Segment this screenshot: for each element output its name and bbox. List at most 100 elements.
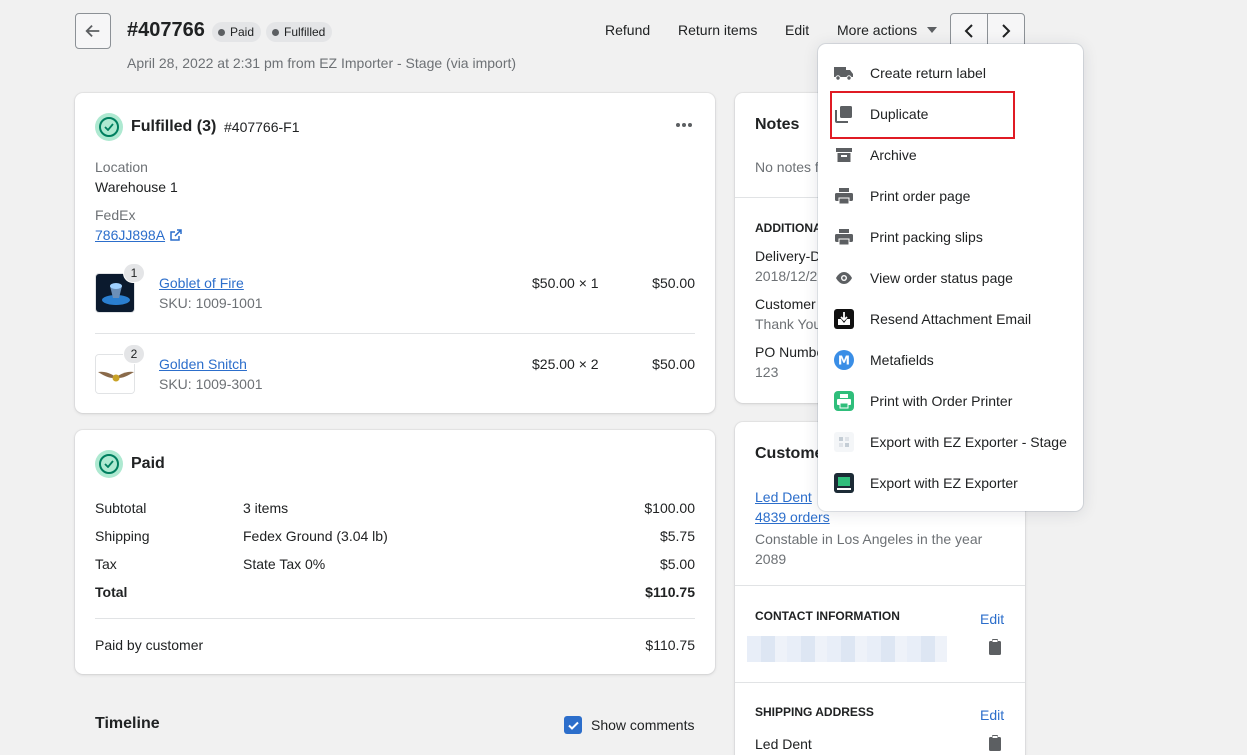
menu-item-create-return-label[interactable]: Create return label <box>818 52 1083 93</box>
edit-contact-button[interactable]: Edit <box>980 611 1004 627</box>
item-name-link[interactable]: Golden Snitch <box>159 356 247 372</box>
item-quantity-badge: 2 <box>123 344 145 364</box>
copy-address-button[interactable] <box>989 735 1001 754</box>
item-price-qty: $50.00 × 1 <box>532 275 599 291</box>
location-value: Warehouse 1 <box>95 179 178 195</box>
item-price-qty: $25.00 × 2 <box>532 356 599 372</box>
menu-item-label: Export with EZ Exporter <box>870 474 1018 491</box>
attribute-value: Thank You <box>755 316 822 332</box>
ez-exporter-stage-app-icon <box>834 431 854 452</box>
arrow-left-icon <box>85 24 100 38</box>
checkmark-icon <box>567 721 579 730</box>
metafields-app-icon: M <box>834 349 854 370</box>
item-name-link[interactable]: Goblet of Fire <box>159 275 244 291</box>
menu-item-label: Create return label <box>870 64 986 81</box>
chevron-right-icon <box>1002 24 1011 38</box>
menu-item-archive[interactable]: Archive <box>818 134 1083 175</box>
customer-name-link[interactable]: Led Dent <box>755 489 812 505</box>
item-total: $50.00 <box>652 275 695 291</box>
copy-email-button[interactable] <box>989 639 1001 658</box>
previous-order-button[interactable] <box>951 14 987 48</box>
attribute-value: 123 <box>755 364 779 380</box>
eye-icon <box>834 268 854 288</box>
order-printer-app-icon <box>834 390 854 411</box>
edit-order-button[interactable]: Edit <box>785 22 809 38</box>
edit-shipping-button[interactable]: Edit <box>980 707 1004 723</box>
menu-item-label: Print order page <box>870 187 971 204</box>
menu-item-export-ez-exporter-stage[interactable]: Export with EZ Exporter - Stage <box>818 421 1083 462</box>
more-actions-button[interactable]: More actions <box>837 22 938 38</box>
summary-amount: $5.75 <box>659 528 695 544</box>
return-items-button[interactable]: Return items <box>678 22 757 38</box>
item-total: $50.00 <box>652 356 695 372</box>
summary-detail: State Tax 0% <box>243 556 326 572</box>
printer-icon <box>834 186 854 206</box>
caret-down-icon <box>927 27 938 33</box>
item-quantity-badge: 1 <box>123 263 145 283</box>
summary-amount: $100.00 <box>644 500 695 516</box>
more-actions-label: More actions <box>837 22 918 38</box>
summary-detail: Fedex Ground (3.04 lb) <box>243 528 388 544</box>
total-amount: $110.75 <box>645 584 695 600</box>
fulfillment-id: #407766-F1 <box>224 119 300 135</box>
notes-empty-text: No notes f <box>755 159 819 175</box>
menu-item-metafields[interactable]: M Metafields <box>818 339 1083 380</box>
notes-title: Notes <box>755 116 800 133</box>
summary-label: Shipping <box>95 528 150 544</box>
archive-icon <box>834 145 854 165</box>
next-order-button[interactable] <box>987 14 1024 48</box>
paid-check-icon <box>95 450 123 478</box>
summary-label: Subtotal <box>95 500 147 516</box>
paid-card: Paid Subtotal 3 items $100.00 Shipping F… <box>75 430 715 674</box>
attribute-label: Delivery-D <box>755 248 821 264</box>
status-badge-paid: Paid <box>212 22 262 42</box>
customer-orders-link[interactable]: 4839 orders <box>755 509 830 525</box>
paid-title: Paid <box>131 455 165 472</box>
clipboard-icon <box>989 735 1001 751</box>
back-button[interactable] <box>75 13 111 49</box>
item-sku: SKU: 1009-3001 <box>159 376 263 392</box>
attribute-label: PO Numbe <box>755 344 825 360</box>
fulfilled-check-icon <box>95 113 123 141</box>
fulfillment-options-button[interactable] <box>675 117 693 136</box>
more-horizontal-icon <box>676 123 692 127</box>
location-label: Location <box>95 159 148 175</box>
menu-item-resend-attachment-email[interactable]: Resend Attachment Email <box>818 298 1083 339</box>
carrier-name: FedEx <box>95 207 136 223</box>
ez-exporter-app-icon <box>834 472 854 493</box>
show-comments-toggle[interactable]: Show comments <box>564 716 694 734</box>
menu-item-label: View order status page <box>870 269 1013 286</box>
menu-item-print-packing-slips[interactable]: Print packing slips <box>818 216 1083 257</box>
menu-item-print-order-page[interactable]: Print order page <box>818 175 1083 216</box>
contact-information-caption: CONTACT INFORMATION <box>755 609 900 623</box>
additional-details-caption: ADDITIONA <box>755 221 822 235</box>
external-link-icon <box>170 229 182 241</box>
menu-item-label: Export with EZ Exporter - Stage <box>870 433 1067 450</box>
contact-divider <box>735 682 1025 683</box>
show-comments-checkbox[interactable] <box>564 716 582 734</box>
timeline-title: Timeline <box>95 715 160 732</box>
menu-item-label: Metafields <box>870 351 934 368</box>
menu-item-label: Resend Attachment Email <box>870 310 1032 327</box>
duplicate-highlight-box <box>830 91 1015 139</box>
fulfilled-card: Fulfilled (3) #407766-F1 Location Wareho… <box>75 93 715 413</box>
status-badge-fulfilled: Fulfilled <box>266 22 333 42</box>
item-divider <box>95 333 695 334</box>
menu-item-export-ez-exporter[interactable]: Export with EZ Exporter <box>818 462 1083 503</box>
shipping-address-caption: SHIPPING ADDRESS <box>755 705 874 719</box>
total-label: Total <box>95 584 128 600</box>
menu-item-view-order-status-page[interactable]: View order status page <box>818 257 1083 298</box>
order-subtitle: April 28, 2022 at 2:31 pm from EZ Import… <box>127 55 517 71</box>
order-number: #407766 <box>127 19 205 41</box>
show-comments-label: Show comments <box>591 717 695 733</box>
svg-text:M: M <box>838 353 850 367</box>
menu-item-print-with-order-printer[interactable]: Print with Order Printer <box>818 380 1083 421</box>
summary-label: Tax <box>95 556 117 572</box>
item-sku: SKU: 1009-1001 <box>159 295 263 311</box>
tracking-link[interactable]: 786JJ898A <box>95 227 182 243</box>
customer-bio: Constable in Los Angeles in the year 208… <box>755 531 983 567</box>
truck-icon <box>834 63 854 83</box>
summary-detail: 3 items <box>243 500 289 516</box>
refund-button[interactable]: Refund <box>605 22 650 38</box>
attribute-label: Customer <box>755 296 816 312</box>
